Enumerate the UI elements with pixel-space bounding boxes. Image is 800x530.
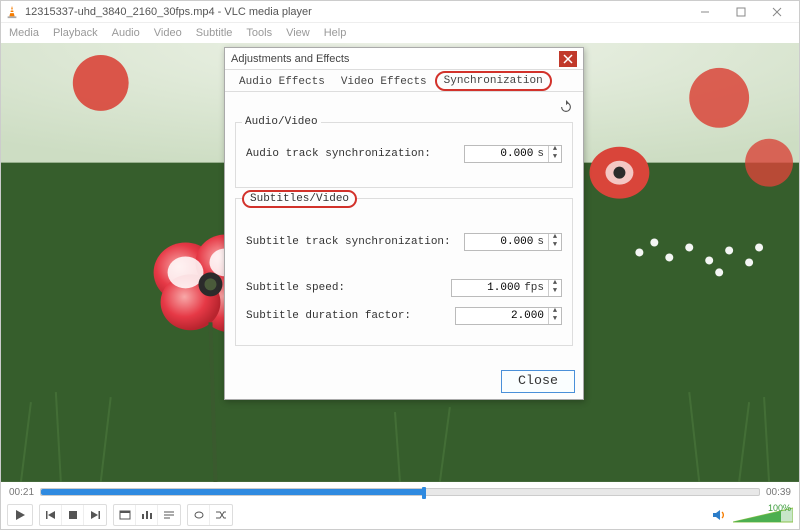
spin-down-icon[interactable]: ▼ (549, 154, 561, 162)
spin-down-icon[interactable]: ▼ (549, 316, 561, 324)
menu-help[interactable]: Help (324, 27, 347, 39)
tab-video-effects[interactable]: Video Effects (333, 73, 435, 91)
volume-icon[interactable] (711, 507, 727, 523)
spin-down-icon[interactable]: ▼ (549, 242, 561, 250)
close-button[interactable]: Close (501, 370, 575, 393)
subtitle-speed-input[interactable] (452, 281, 524, 295)
seekbar-row: 00:21 00:39 (1, 483, 799, 501)
playlist-button[interactable] (158, 505, 180, 525)
window-title: 12315337-uhd_3840_2160_30fps.mp4 - VLC m… (25, 6, 687, 18)
fullscreen-button[interactable] (114, 505, 136, 525)
extended-settings-button[interactable] (136, 505, 158, 525)
dialog-titlebar[interactable]: Adjustments and Effects (225, 48, 583, 70)
video-area[interactable]: Adjustments and Effects Audio Effects Vi… (1, 43, 799, 483)
menu-playback[interactable]: Playback (53, 27, 98, 39)
audio-sync-spinbox[interactable]: s ▲▼ (464, 145, 562, 163)
subtitle-duration-input[interactable] (456, 309, 548, 323)
next-button[interactable] (84, 505, 106, 525)
menu-media[interactable]: Media (9, 27, 39, 39)
shuffle-icon (215, 510, 227, 520)
dialog-tabs: Audio Effects Video Effects Synchronizat… (225, 70, 583, 92)
seekbar[interactable] (40, 488, 760, 496)
spin-down-icon[interactable]: ▼ (549, 288, 561, 296)
stop-button[interactable] (62, 505, 84, 525)
equalizer-icon (141, 510, 153, 520)
menu-video[interactable]: Video (154, 27, 182, 39)
subtitle-speed-unit: fps (524, 282, 548, 294)
subtitle-duration-label: Subtitle duration factor: (246, 310, 455, 322)
menubar: Media Playback Audio Video Subtitle Tool… (1, 23, 799, 43)
menu-tools[interactable]: Tools (246, 27, 272, 39)
subtitle-sync-input[interactable] (465, 235, 537, 249)
previous-button[interactable] (40, 505, 62, 525)
volume-slider[interactable]: 100% (733, 506, 793, 524)
vlc-cone-icon (5, 5, 19, 19)
audio-video-group: Audio/Video Audio track synchronization:… (235, 122, 573, 188)
minimize-button[interactable] (687, 2, 723, 22)
seekbar-fill (41, 489, 422, 495)
skip-previous-icon (45, 510, 57, 520)
subtitle-sync-spinbox[interactable]: s ▲▼ (464, 233, 562, 251)
random-button[interactable] (210, 505, 232, 525)
dialog-close-button[interactable] (559, 51, 577, 67)
playback-controls: 100% (1, 501, 799, 529)
time-total[interactable]: 00:39 (766, 487, 791, 498)
dialog-footer: Close (225, 364, 583, 399)
audio-sync-label: Audio track synchronization: (246, 148, 464, 160)
tab-audio-effects[interactable]: Audio Effects (231, 73, 333, 91)
audio-sync-input[interactable] (465, 147, 537, 161)
playlist-icon (163, 510, 175, 520)
subtitle-sync-unit: s (537, 236, 548, 248)
play-icon (14, 509, 26, 521)
play-button[interactable] (7, 504, 33, 526)
dialog-body: Audio/Video Audio track synchronization:… (225, 92, 583, 364)
loop-icon (193, 510, 205, 520)
fullscreen-icon (119, 510, 131, 520)
subtitle-speed-spinbox[interactable]: fps ▲▼ (451, 279, 562, 297)
close-button[interactable] (759, 2, 795, 22)
subtitle-sync-label: Subtitle track synchronization: (246, 236, 464, 248)
time-elapsed[interactable]: 00:21 (9, 487, 34, 498)
subtitle-speed-label: Subtitle speed: (246, 282, 451, 294)
dialog-title: Adjustments and Effects (231, 53, 559, 65)
maximize-button[interactable] (723, 2, 759, 22)
subtitles-video-group: Subtitles/Video Subtitle track synchroni… (235, 198, 573, 346)
volume-percent: 100% (768, 503, 791, 513)
menu-view[interactable]: View (286, 27, 310, 39)
menu-audio[interactable]: Audio (112, 27, 140, 39)
loop-button[interactable] (188, 505, 210, 525)
skip-next-icon (89, 510, 101, 520)
adjustments-effects-dialog: Adjustments and Effects Audio Effects Vi… (224, 47, 584, 400)
seekbar-thumb[interactable] (422, 487, 426, 499)
window-controls (687, 2, 795, 22)
vlc-main-window: 12315337-uhd_3840_2160_30fps.mp4 - VLC m… (0, 0, 800, 530)
stop-icon (68, 510, 78, 520)
audio-video-legend: Audio/Video (242, 116, 321, 128)
titlebar: 12315337-uhd_3840_2160_30fps.mp4 - VLC m… (1, 1, 799, 23)
subtitle-duration-spinbox[interactable]: ▲▼ (455, 307, 562, 325)
audio-sync-unit: s (537, 148, 548, 160)
refresh-icon[interactable] (559, 100, 573, 114)
subtitles-video-legend: Subtitles/Video (242, 190, 357, 208)
menu-subtitle[interactable]: Subtitle (196, 27, 233, 39)
tab-synchronization[interactable]: Synchronization (435, 71, 552, 91)
